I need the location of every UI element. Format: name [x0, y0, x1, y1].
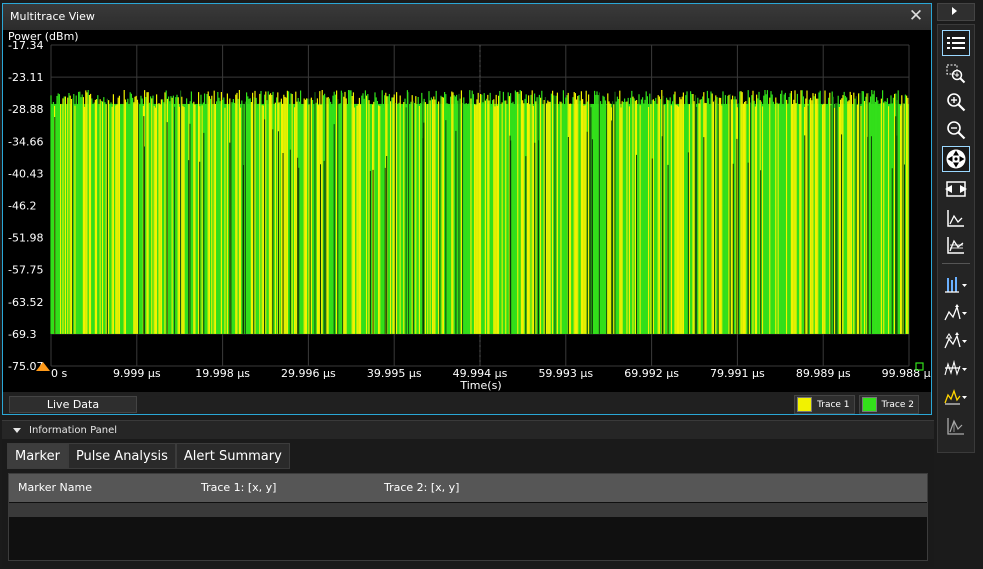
- information-panel-title: Information Panel: [29, 425, 118, 436]
- y-tick-label: -34.66: [8, 135, 43, 148]
- table-row[interactable]: [9, 503, 927, 517]
- fit-horizontal-icon[interactable]: [943, 177, 969, 201]
- chevron-right-icon: [952, 7, 957, 15]
- x-tick-label: 69.992 µs: [624, 367, 679, 380]
- column-header-trace-2[interactable]: Trace 2: [x, y]: [384, 474, 459, 502]
- y-tick-label: -69.3: [8, 328, 36, 341]
- trace-area-icon[interactable]: [943, 233, 969, 257]
- information-panel: Marker Pulse Analysis Alert Summary Mark…: [2, 439, 934, 567]
- y-tick-label: -57.75: [8, 264, 43, 277]
- marker-icon[interactable]: [943, 301, 969, 325]
- trace-2-swatch: [861, 397, 877, 412]
- legend-trace-1[interactable]: Trace 1: [794, 395, 855, 414]
- y-tick-label: -46.2: [8, 199, 36, 212]
- x-tick-label: 29.996 µs: [281, 367, 336, 380]
- chart-traces: [50, 89, 909, 334]
- legend-label: Trace 2: [881, 399, 914, 410]
- threshold-icon[interactable]: [943, 357, 969, 381]
- close-icon[interactable]: ✕: [907, 7, 925, 25]
- x-tick-label: 9.999 µs: [113, 367, 161, 380]
- chart-legend: Trace 1 Trace 2: [794, 395, 919, 414]
- marker-table-header: Marker Name Trace 1: [x, y] Trace 2: [x,…: [9, 474, 927, 502]
- legend-label: Trace 1: [817, 399, 850, 410]
- y-tick-label: -40.43: [8, 167, 43, 180]
- bar-measure-icon[interactable]: [943, 273, 969, 297]
- x-tick-label: 39.995 µs: [367, 367, 422, 380]
- y-tick-label: -28.88: [8, 103, 43, 116]
- pan-icon[interactable]: [942, 146, 970, 172]
- x-tick-label: 19.998 µs: [195, 367, 250, 380]
- chart-toolbar: [937, 24, 975, 453]
- y-axis-label: Power (dBm): [8, 30, 79, 43]
- y-tick-label: -63.52: [8, 296, 43, 309]
- trace-line-icon[interactable]: [943, 206, 969, 230]
- column-header-trace-1[interactable]: Trace 1: [x, y]: [201, 474, 276, 502]
- panel-title: Multitrace View: [3, 4, 931, 30]
- x-tick-label: 79.991 µs: [710, 367, 765, 380]
- info-tabs: Marker Pulse Analysis Alert Summary: [7, 443, 290, 469]
- x-tick-label: 59.993 µs: [538, 367, 593, 380]
- x-tick-label: 0 s: [51, 367, 67, 380]
- zoom-in-icon[interactable]: [943, 90, 969, 114]
- pulse-icon[interactable]: [943, 414, 969, 438]
- multitrace-chart[interactable]: -17.34-23.11-28.88-34.66-40.43-46.2-51.9…: [3, 30, 931, 392]
- live-data-tab[interactable]: Live Data: [9, 396, 137, 413]
- toolbar-expand-button[interactable]: [937, 3, 975, 21]
- column-header-marker-name[interactable]: Marker Name: [18, 474, 92, 502]
- trace-1-swatch: [797, 397, 813, 412]
- tab-marker[interactable]: Marker: [7, 443, 68, 469]
- legend-trace-2[interactable]: Trace 2: [858, 395, 919, 414]
- delta-marker-icon[interactable]: [943, 329, 969, 353]
- multitrace-view-panel: Multitrace View ✕ -17.34 -23.11 -28.88 -34.…: [2, 3, 932, 415]
- toolbar-divider: [942, 263, 970, 264]
- x-axis-label: Time(s): [459, 379, 501, 392]
- information-panel-header[interactable]: Information Panel: [2, 420, 934, 440]
- chart-footer: Live Data Trace 1 Trace 2: [3, 392, 931, 414]
- y-tick-label: -23.11: [8, 71, 43, 84]
- tab-alert-summary[interactable]: Alert Summary: [175, 443, 290, 469]
- x-tick-label: 89.989 µs: [796, 367, 851, 380]
- list-icon[interactable]: [942, 30, 970, 56]
- marker-table: Marker Name Trace 1: [x, y] Trace 2: [x,…: [8, 473, 928, 561]
- zoom-region-icon[interactable]: [943, 62, 969, 86]
- tab-pulse-analysis[interactable]: Pulse Analysis: [67, 443, 176, 469]
- y-tick-label: -51.98: [8, 232, 43, 245]
- peak-marker-icon[interactable]: [943, 385, 969, 409]
- collapse-caret-icon[interactable]: [13, 428, 21, 433]
- zoom-out-icon[interactable]: [943, 118, 969, 142]
- y-tick-label: -75.07: [8, 360, 43, 373]
